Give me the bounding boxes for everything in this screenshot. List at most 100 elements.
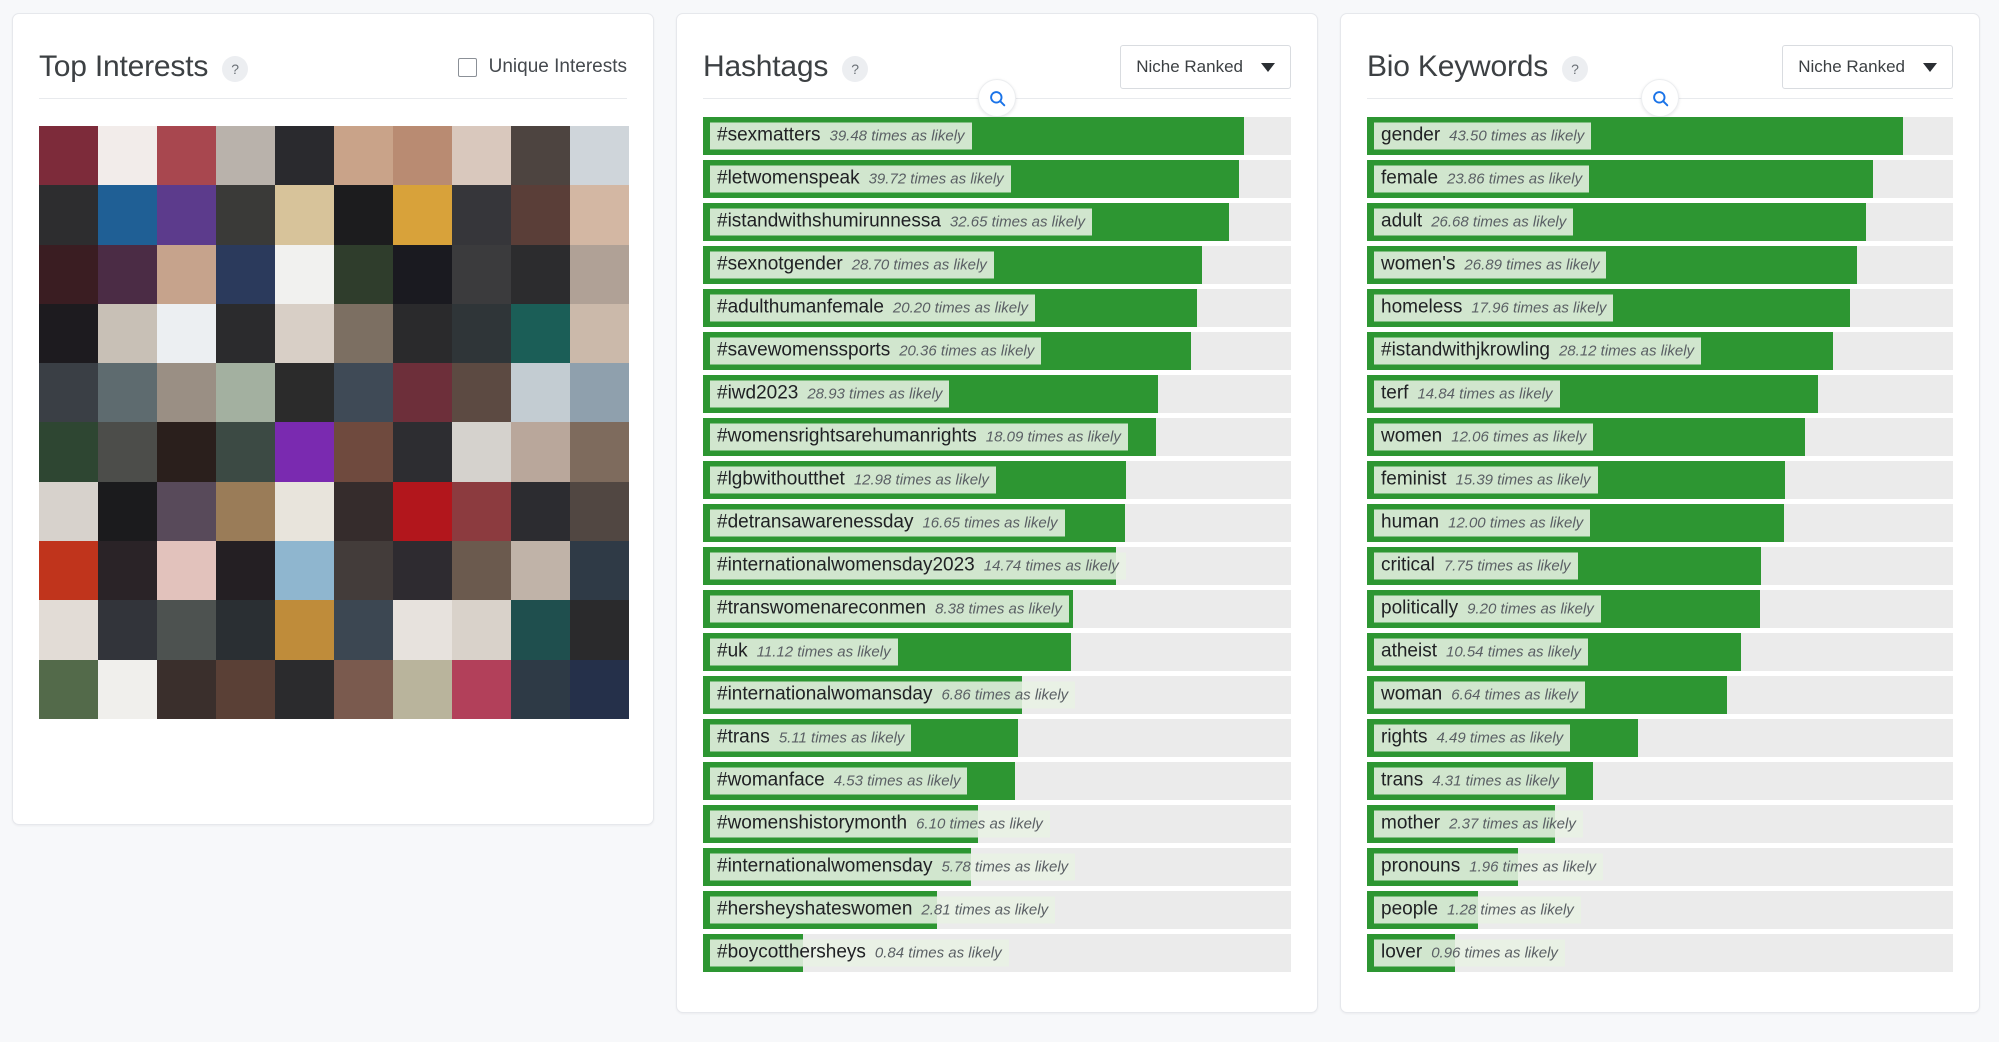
avatar-tile[interactable] [511, 303, 570, 364]
bar-row[interactable]: woman 6.64 times as likely [1367, 676, 1953, 714]
avatar-tile[interactable] [39, 600, 98, 660]
bar-row[interactable]: #istandwithshumirunnessa 32.65 times as l… [703, 203, 1291, 241]
avatar-tile[interactable] [511, 126, 570, 186]
avatar-tile[interactable] [570, 185, 629, 245]
avatar-tile[interactable] [511, 185, 570, 245]
bar-row[interactable]: trans 4.31 times as likely [1367, 762, 1953, 800]
bar-row[interactable]: #womenshistorymonth 6.10 times as likely [703, 805, 1291, 843]
bar-row[interactable]: #detransawarenessday 16.65 times as likel… [703, 504, 1291, 542]
avatar-tile[interactable] [393, 244, 452, 304]
avatar-tile[interactable] [334, 303, 393, 364]
avatar-tile[interactable] [98, 244, 157, 304]
avatar-tile[interactable] [452, 422, 511, 482]
bar-row[interactable]: #womanface 4.53 times as likely [703, 762, 1291, 800]
bar-row[interactable]: #internationalwomensday2023 14.74 times a… [703, 547, 1291, 585]
avatar-tile[interactable] [511, 244, 570, 304]
avatar-tile[interactable] [275, 422, 334, 482]
avatar-tile[interactable] [216, 185, 275, 245]
avatar-tile[interactable] [334, 541, 393, 601]
avatar-tile[interactable] [452, 303, 511, 364]
avatar-tile[interactable] [393, 600, 452, 660]
checkbox-icon[interactable] [457, 57, 477, 77]
avatar-tile[interactable] [334, 422, 393, 482]
avatar-tile[interactable] [393, 481, 452, 542]
avatar-tile[interactable] [393, 659, 452, 719]
avatar-tile[interactable] [98, 185, 157, 245]
avatar-tile[interactable] [98, 422, 157, 482]
avatar-tile[interactable] [216, 422, 275, 482]
avatar-tile[interactable] [570, 541, 629, 601]
avatar-tile[interactable] [452, 600, 511, 660]
bar-row[interactable]: rights 4.49 times as likely [1367, 719, 1953, 757]
avatar-tile[interactable] [511, 600, 570, 660]
bar-row[interactable]: #savewomenssports 20.36 times as likely [703, 332, 1291, 370]
hashtags-sort-select[interactable]: Niche Ranked [1120, 45, 1291, 89]
avatar-tile[interactable] [570, 659, 629, 719]
avatar-tile[interactable] [452, 244, 511, 304]
avatar-tile[interactable] [216, 659, 275, 719]
avatar-tile[interactable] [334, 363, 393, 423]
avatar-tile[interactable] [157, 422, 216, 482]
hashtags-search-button[interactable] [978, 79, 1016, 117]
avatar-tile[interactable] [275, 244, 334, 304]
avatar-tile[interactable] [452, 185, 511, 245]
bar-row[interactable]: #sexnotgender 28.70 times as likely [703, 246, 1291, 284]
avatar-mosaic[interactable] [39, 126, 629, 719]
bar-row[interactable]: pronouns 1.96 times as likely [1367, 848, 1953, 886]
avatar-tile[interactable] [157, 659, 216, 719]
bar-row[interactable]: #womensrightsarehumanrights 18.09 times a… [703, 418, 1291, 456]
avatar-tile[interactable] [216, 303, 275, 364]
bar-row[interactable]: #adulthumanfemale 20.20 times as likely [703, 289, 1291, 327]
avatar-tile[interactable] [216, 481, 275, 542]
avatar-tile[interactable] [570, 481, 629, 542]
bar-row[interactable]: #uk 11.12 times as likely [703, 633, 1291, 671]
avatar-tile[interactable] [39, 126, 98, 186]
avatar-tile[interactable] [393, 422, 452, 482]
avatar-tile[interactable] [98, 659, 157, 719]
help-icon[interactable]: ? [842, 56, 869, 82]
bar-row[interactable]: lover 0.96 times as likely [1367, 934, 1953, 972]
bar-row[interactable]: #letwomenspeak 39.72 times as likely [703, 160, 1291, 198]
bio-keywords-sort-select[interactable]: Niche Ranked [1782, 45, 1953, 89]
avatar-tile[interactable] [275, 185, 334, 245]
avatar-tile[interactable] [570, 244, 629, 304]
bar-row[interactable]: #boycotthersheys 0.84 times as likely [703, 934, 1291, 972]
avatar-tile[interactable] [157, 244, 216, 304]
avatar-tile[interactable] [39, 659, 98, 719]
avatar-tile[interactable] [393, 303, 452, 364]
avatar-tile[interactable] [275, 303, 334, 364]
avatar-tile[interactable] [570, 600, 629, 660]
avatar-tile[interactable] [275, 541, 334, 601]
bar-row[interactable]: atheist 10.54 times as likely [1367, 633, 1953, 671]
bar-row[interactable]: #lgbwithoutthet 12.98 times as likely [703, 461, 1291, 499]
bar-row[interactable]: gender 43.50 times as likely [1367, 117, 1953, 155]
avatar-tile[interactable] [334, 481, 393, 542]
bar-row[interactable]: homeless 17.96 times as likely [1367, 289, 1953, 327]
avatar-tile[interactable] [452, 363, 511, 423]
bar-row[interactable]: terf 14.84 times as likely [1367, 375, 1953, 413]
avatar-tile[interactable] [98, 303, 157, 364]
avatar-tile[interactable] [157, 600, 216, 660]
avatar-tile[interactable] [452, 481, 511, 542]
avatar-tile[interactable] [334, 185, 393, 245]
bar-row[interactable]: #sexmatters 39.48 times as likely [703, 117, 1291, 155]
avatar-tile[interactable] [39, 541, 98, 601]
avatar-tile[interactable] [39, 185, 98, 245]
bar-row[interactable]: #hersheyshateswomen 2.81 times as likely [703, 891, 1291, 929]
unique-interests-toggle[interactable]: Unique Interests [457, 56, 627, 78]
avatar-tile[interactable] [511, 659, 570, 719]
avatar-tile[interactable] [216, 244, 275, 304]
avatar-tile[interactable] [452, 659, 511, 719]
avatar-tile[interactable] [570, 363, 629, 423]
avatar-tile[interactable] [216, 600, 275, 660]
avatar-tile[interactable] [275, 659, 334, 719]
avatar-tile[interactable] [511, 481, 570, 542]
avatar-tile[interactable] [275, 600, 334, 660]
avatar-tile[interactable] [275, 126, 334, 186]
avatar-tile[interactable] [39, 481, 98, 542]
help-icon[interactable]: ? [222, 56, 249, 82]
bar-row[interactable]: mother 2.37 times as likely [1367, 805, 1953, 843]
avatar-tile[interactable] [452, 126, 511, 186]
avatar-tile[interactable] [334, 600, 393, 660]
avatar-tile[interactable] [334, 244, 393, 304]
